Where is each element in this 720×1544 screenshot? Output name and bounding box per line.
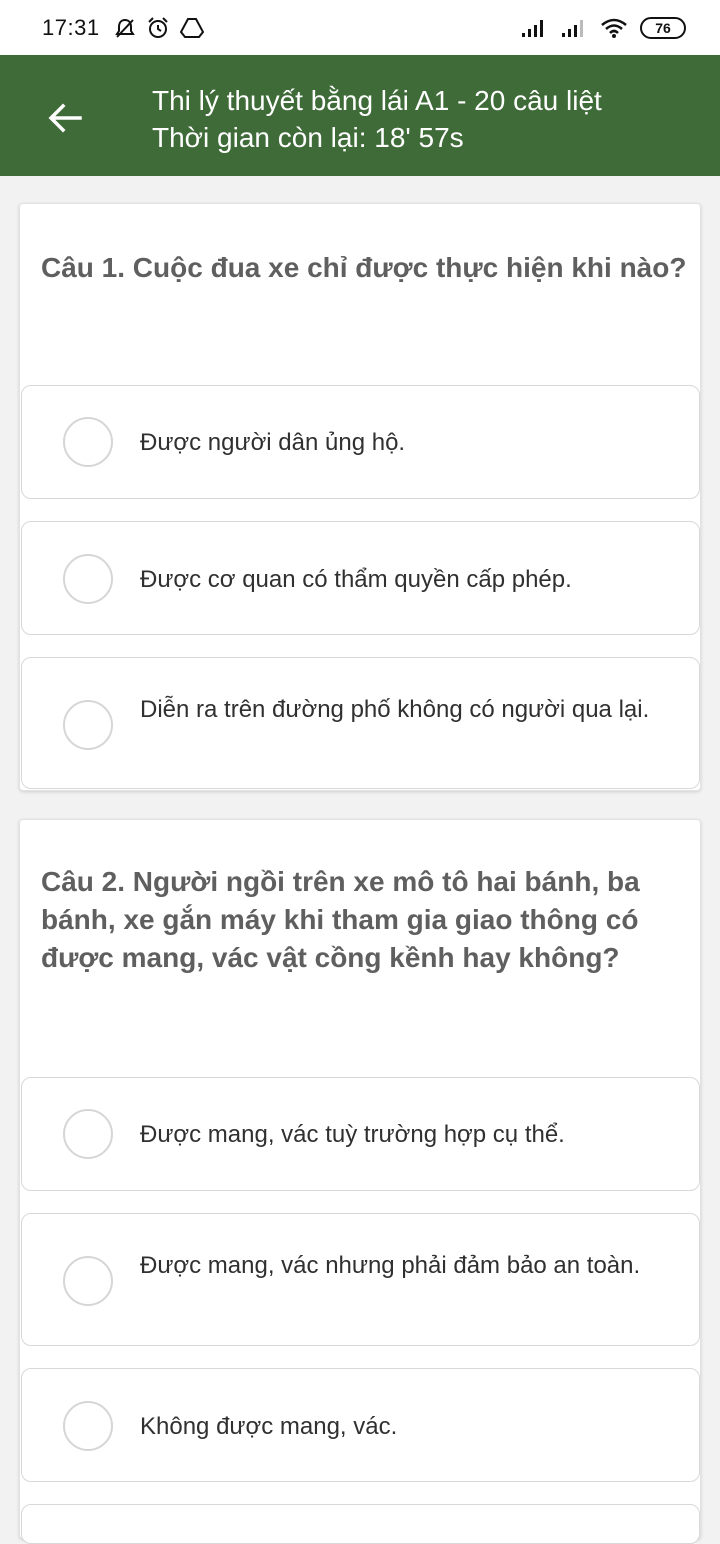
answer-text: Không được mang, vác. bbox=[140, 1413, 398, 1440]
answer-text: Được người dân ủng hộ. bbox=[140, 429, 406, 456]
answer-text: Được mang, vác tuỳ trường hợp cụ thể. bbox=[140, 1121, 565, 1148]
arrow-left-icon bbox=[48, 103, 82, 133]
status-time: 17:31 bbox=[42, 14, 100, 40]
status-bar: 17:31 76 bbox=[0, 0, 720, 55]
wifi-icon bbox=[601, 18, 627, 38]
radio-button[interactable] bbox=[63, 417, 113, 467]
answer-option[interactable]: Được cơ quan có thẩm quyền cấp phép. bbox=[21, 521, 700, 635]
signal-icon bbox=[562, 19, 583, 37]
answer-option[interactable]: Không được mang, vác. bbox=[21, 1368, 700, 1482]
radio-button[interactable] bbox=[63, 1109, 113, 1159]
radio-button[interactable] bbox=[63, 1256, 113, 1306]
radio-button[interactable] bbox=[63, 700, 113, 750]
answer-option[interactable]: Được mang, vác tuỳ trường hợp cụ thể. bbox=[21, 1077, 700, 1191]
alarm-icon bbox=[147, 16, 168, 38]
signal-icon bbox=[522, 19, 543, 37]
question-text: Câu 1. Cuộc đua xe chỉ được thực hiện kh… bbox=[41, 252, 687, 283]
answer-option[interactable]: Được mang, vác nhưng phải đảm bảo an toà… bbox=[21, 1213, 700, 1346]
answer-text: Diễn ra trên đường phố không có người qu… bbox=[140, 696, 650, 723]
battery-indicator: 76 bbox=[640, 16, 686, 39]
app-bar: Thi lý thuyết bằng lái A1 - 20 câu liệt … bbox=[0, 55, 720, 176]
answer-option[interactable] bbox=[21, 1504, 700, 1544]
answer-option[interactable]: Được người dân ủng hộ. bbox=[21, 385, 700, 499]
drive-icon bbox=[179, 17, 204, 38]
question-text: Câu 2. Người ngồi trên xe mô tô hai bánh… bbox=[41, 866, 640, 973]
page-title: Thi lý thuyết bằng lái A1 - 20 câu liệt bbox=[152, 85, 602, 116]
radio-button[interactable] bbox=[63, 554, 113, 604]
status-icons-left bbox=[114, 16, 204, 40]
answer-text: Được mang, vác nhưng phải đảm bảo an toà… bbox=[140, 1252, 641, 1279]
back-button[interactable] bbox=[40, 93, 90, 143]
radio-button[interactable] bbox=[63, 1401, 113, 1451]
timer-text: Thời gian còn lại: 18' 57s bbox=[152, 122, 464, 153]
status-icons-right: 76 bbox=[520, 16, 686, 39]
mute-icon bbox=[114, 18, 135, 38]
answer-option[interactable]: Diễn ra trên đường phố không có người qu… bbox=[21, 657, 700, 789]
answer-text: Được cơ quan có thẩm quyền cấp phép. bbox=[140, 566, 572, 593]
